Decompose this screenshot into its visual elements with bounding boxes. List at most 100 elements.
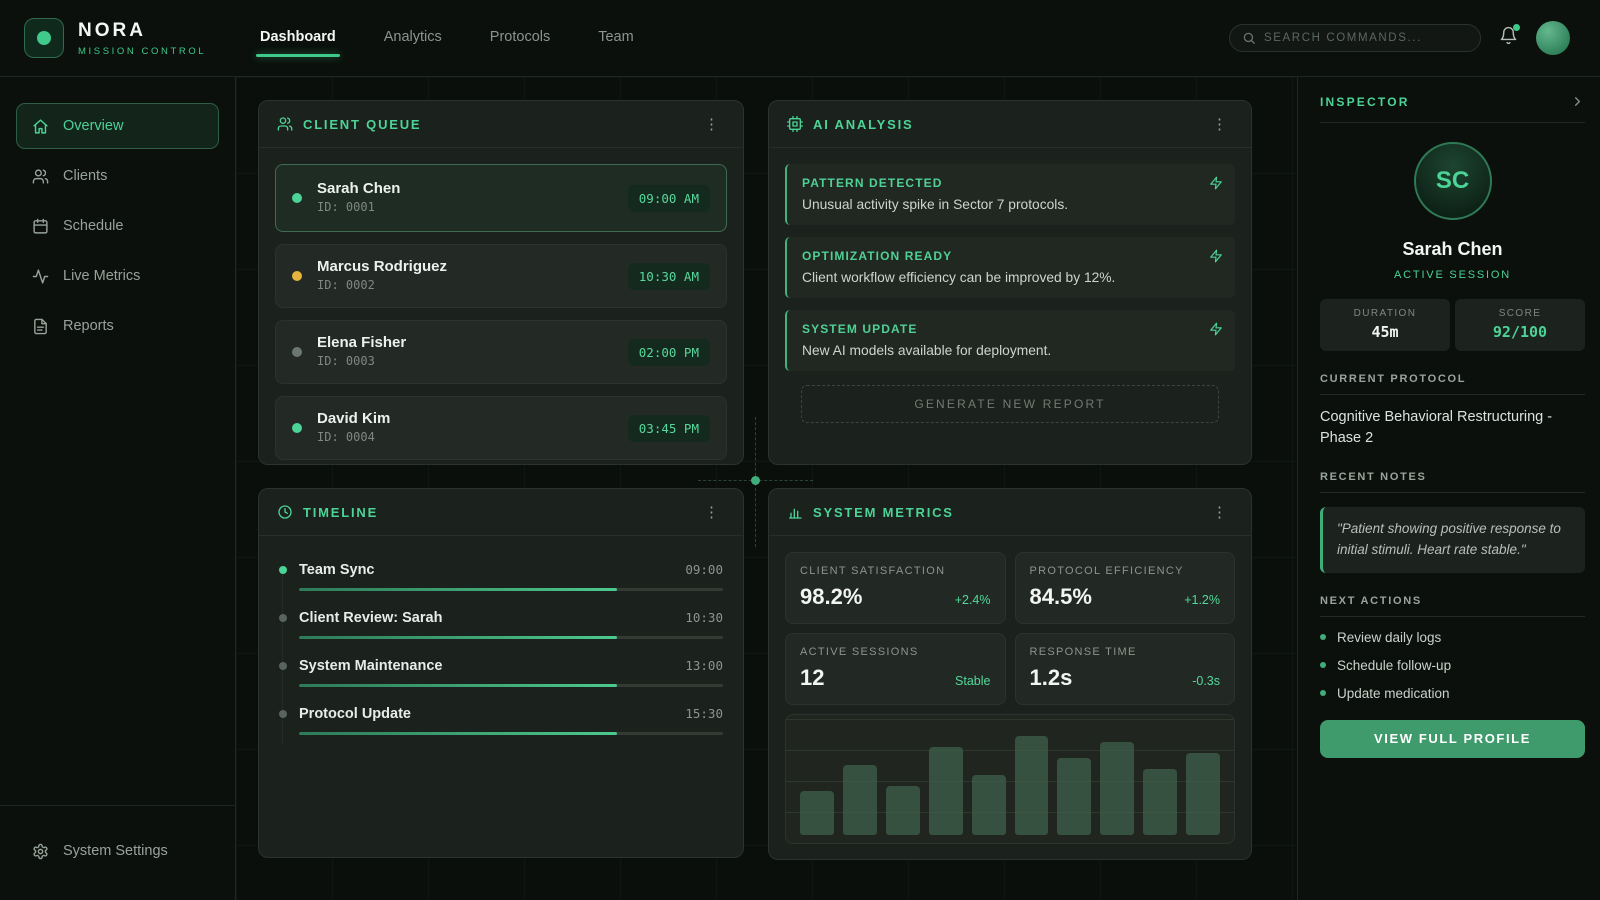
card-title: AI ANALYSIS	[813, 117, 913, 132]
action-item: Update medication	[1320, 686, 1585, 701]
timeline-event: Protocol Update15:30	[279, 706, 723, 735]
sidebar-item-schedule[interactable]: Schedule	[16, 203, 219, 249]
session-stats: DURATION 45m SCORE 92/100	[1320, 299, 1585, 351]
card-title: CLIENT QUEUE	[303, 117, 421, 132]
card-title: TIMELINE	[303, 505, 378, 520]
activity-icon	[32, 268, 49, 285]
topbar: NORA MISSION CONTROL Dashboard Analytics…	[0, 0, 1600, 77]
zap-icon[interactable]	[1209, 176, 1223, 190]
event-progress	[299, 732, 723, 735]
appointment-time-badge: 10:30 AM	[628, 263, 710, 290]
generate-report-button[interactable]: GENERATE NEW REPORT	[801, 385, 1219, 423]
brand: NORA MISSION CONTROL	[0, 18, 236, 58]
chart-bar	[800, 791, 834, 835]
chart-bar	[1143, 769, 1177, 835]
action-item: Schedule follow-up	[1320, 658, 1585, 673]
queue-item[interactable]: David KimID: 0004 03:45 PM	[275, 396, 727, 460]
metric-tile: ACTIVE SESSIONS 12Stable	[785, 633, 1006, 705]
card-menu-button[interactable]: ⋮	[698, 501, 725, 524]
chart-bar	[843, 765, 877, 835]
bullet-dot	[1320, 634, 1326, 640]
tab-dashboard[interactable]: Dashboard	[260, 29, 336, 57]
queue-item[interactable]: Elena FisherID: 0003 02:00 PM	[275, 320, 727, 384]
event-dot	[279, 566, 287, 574]
status-dot	[292, 347, 302, 357]
event-progress	[299, 588, 723, 591]
queue-item[interactable]: Sarah ChenID: 0001 09:00 AM	[275, 164, 727, 232]
chevron-right-icon	[1570, 94, 1585, 109]
inspector-header: INSPECTOR	[1320, 77, 1585, 123]
sidebar-item-reports[interactable]: Reports	[16, 303, 219, 349]
collapse-panel-button[interactable]	[1570, 94, 1585, 109]
top-nav: Dashboard Analytics Protocols Team	[260, 29, 634, 57]
current-protocol-value: Cognitive Behavioral Restructuring - Pha…	[1320, 407, 1585, 449]
timeline-header: TIMELINE ⋮	[259, 489, 743, 536]
inspector-title: INSPECTOR	[1320, 95, 1410, 109]
status-dot	[292, 423, 302, 433]
event-progress	[299, 636, 723, 639]
client-queue-list: Sarah ChenID: 0001 09:00 AM Marcus Rodri…	[259, 148, 743, 465]
search-bar	[1229, 24, 1481, 52]
status-dot	[292, 271, 302, 281]
file-text-icon	[32, 318, 49, 335]
bullet-dot	[1320, 690, 1326, 696]
inspector-panel: INSPECTOR SC Sarah Chen ACTIVE SESSION D…	[1297, 77, 1600, 900]
card-menu-button[interactable]: ⋮	[1206, 113, 1233, 136]
main-content: CLIENT QUEUE ⋮ Sarah ChenID: 0001 09:00 …	[236, 77, 1297, 900]
gear-icon	[32, 843, 49, 860]
system-metrics-header: SYSTEM METRICS ⋮	[769, 489, 1251, 536]
tab-protocols[interactable]: Protocols	[490, 29, 550, 57]
chart-bar	[1015, 736, 1049, 835]
ai-analysis-card: AI ANALYSIS ⋮ PATTERN DETECTED Unusual a…	[768, 100, 1252, 465]
tab-analytics[interactable]: Analytics	[384, 29, 442, 57]
calendar-icon	[32, 218, 49, 235]
chart-bar	[1186, 753, 1220, 836]
card-menu-button[interactable]: ⋮	[1206, 501, 1233, 524]
system-metrics-card: SYSTEM METRICS ⋮ CLIENT SATISFACTION 98.…	[768, 488, 1252, 860]
zap-icon[interactable]	[1209, 322, 1223, 336]
client-queue-header: CLIENT QUEUE ⋮	[259, 101, 743, 148]
sidebar-item-live-metrics[interactable]: Live Metrics	[16, 253, 219, 299]
insight-item: OPTIMIZATION READY Client workflow effic…	[785, 237, 1235, 298]
chart-bar	[972, 775, 1006, 836]
chart-bar	[1100, 742, 1134, 836]
sidebar-item-system-settings[interactable]: System Settings	[16, 828, 219, 874]
user-avatar[interactable]	[1536, 21, 1570, 55]
sidebar-item-clients[interactable]: Clients	[16, 153, 219, 199]
view-full-profile-button[interactable]: VIEW FULL PROFILE	[1320, 720, 1585, 758]
sidebar-item-overview[interactable]: Overview	[16, 103, 219, 149]
note-quote: "Patient showing positive response to in…	[1320, 507, 1585, 573]
chart-bar	[1057, 758, 1091, 835]
search-icon	[1242, 31, 1256, 45]
insight-item: SYSTEM UPDATE New AI models available fo…	[785, 310, 1235, 371]
zap-icon[interactable]	[1209, 249, 1223, 263]
appointment-time-badge: 03:45 PM	[628, 415, 710, 442]
timeline-list: Team Sync09:00 Client Review: Sarah10:30…	[259, 536, 743, 735]
event-dot	[279, 662, 287, 670]
avatar: SC	[1414, 142, 1492, 220]
card-menu-button[interactable]: ⋮	[698, 113, 725, 136]
stat-duration: DURATION 45m	[1320, 299, 1450, 351]
appointment-time-badge: 02:00 PM	[628, 339, 710, 366]
search-input[interactable]	[1264, 32, 1468, 44]
metric-tile: RESPONSE TIME 1.2s-0.3s	[1015, 633, 1236, 705]
event-dot	[279, 614, 287, 622]
client-profile: SC Sarah Chen ACTIVE SESSION	[1320, 142, 1585, 281]
metric-tile: CLIENT SATISFACTION 98.2%+2.4%	[785, 552, 1006, 624]
client-queue-card: CLIENT QUEUE ⋮ Sarah ChenID: 0001 09:00 …	[258, 100, 744, 465]
users-icon	[277, 116, 293, 132]
brand-logo-icon	[24, 18, 64, 58]
ai-insight-list: PATTERN DETECTED Unusual activity spike …	[769, 148, 1251, 439]
status-dot	[292, 193, 302, 203]
notifications-button[interactable]	[1499, 26, 1518, 50]
brand-name: NORA	[78, 20, 206, 42]
bullet-dot	[1320, 662, 1326, 668]
tab-team[interactable]: Team	[598, 29, 633, 57]
chart-bar	[886, 786, 920, 836]
users-icon	[32, 168, 49, 185]
recent-notes-header: RECENT NOTES	[1320, 471, 1585, 493]
stat-score: SCORE 92/100	[1455, 299, 1585, 351]
next-actions-list: Review daily logs Schedule follow-up Upd…	[1320, 630, 1585, 701]
queue-item[interactable]: Marcus RodriguezID: 0002 10:30 AM	[275, 244, 727, 308]
metric-tile: PROTOCOL EFFICIENCY 84.5%+1.2%	[1015, 552, 1236, 624]
